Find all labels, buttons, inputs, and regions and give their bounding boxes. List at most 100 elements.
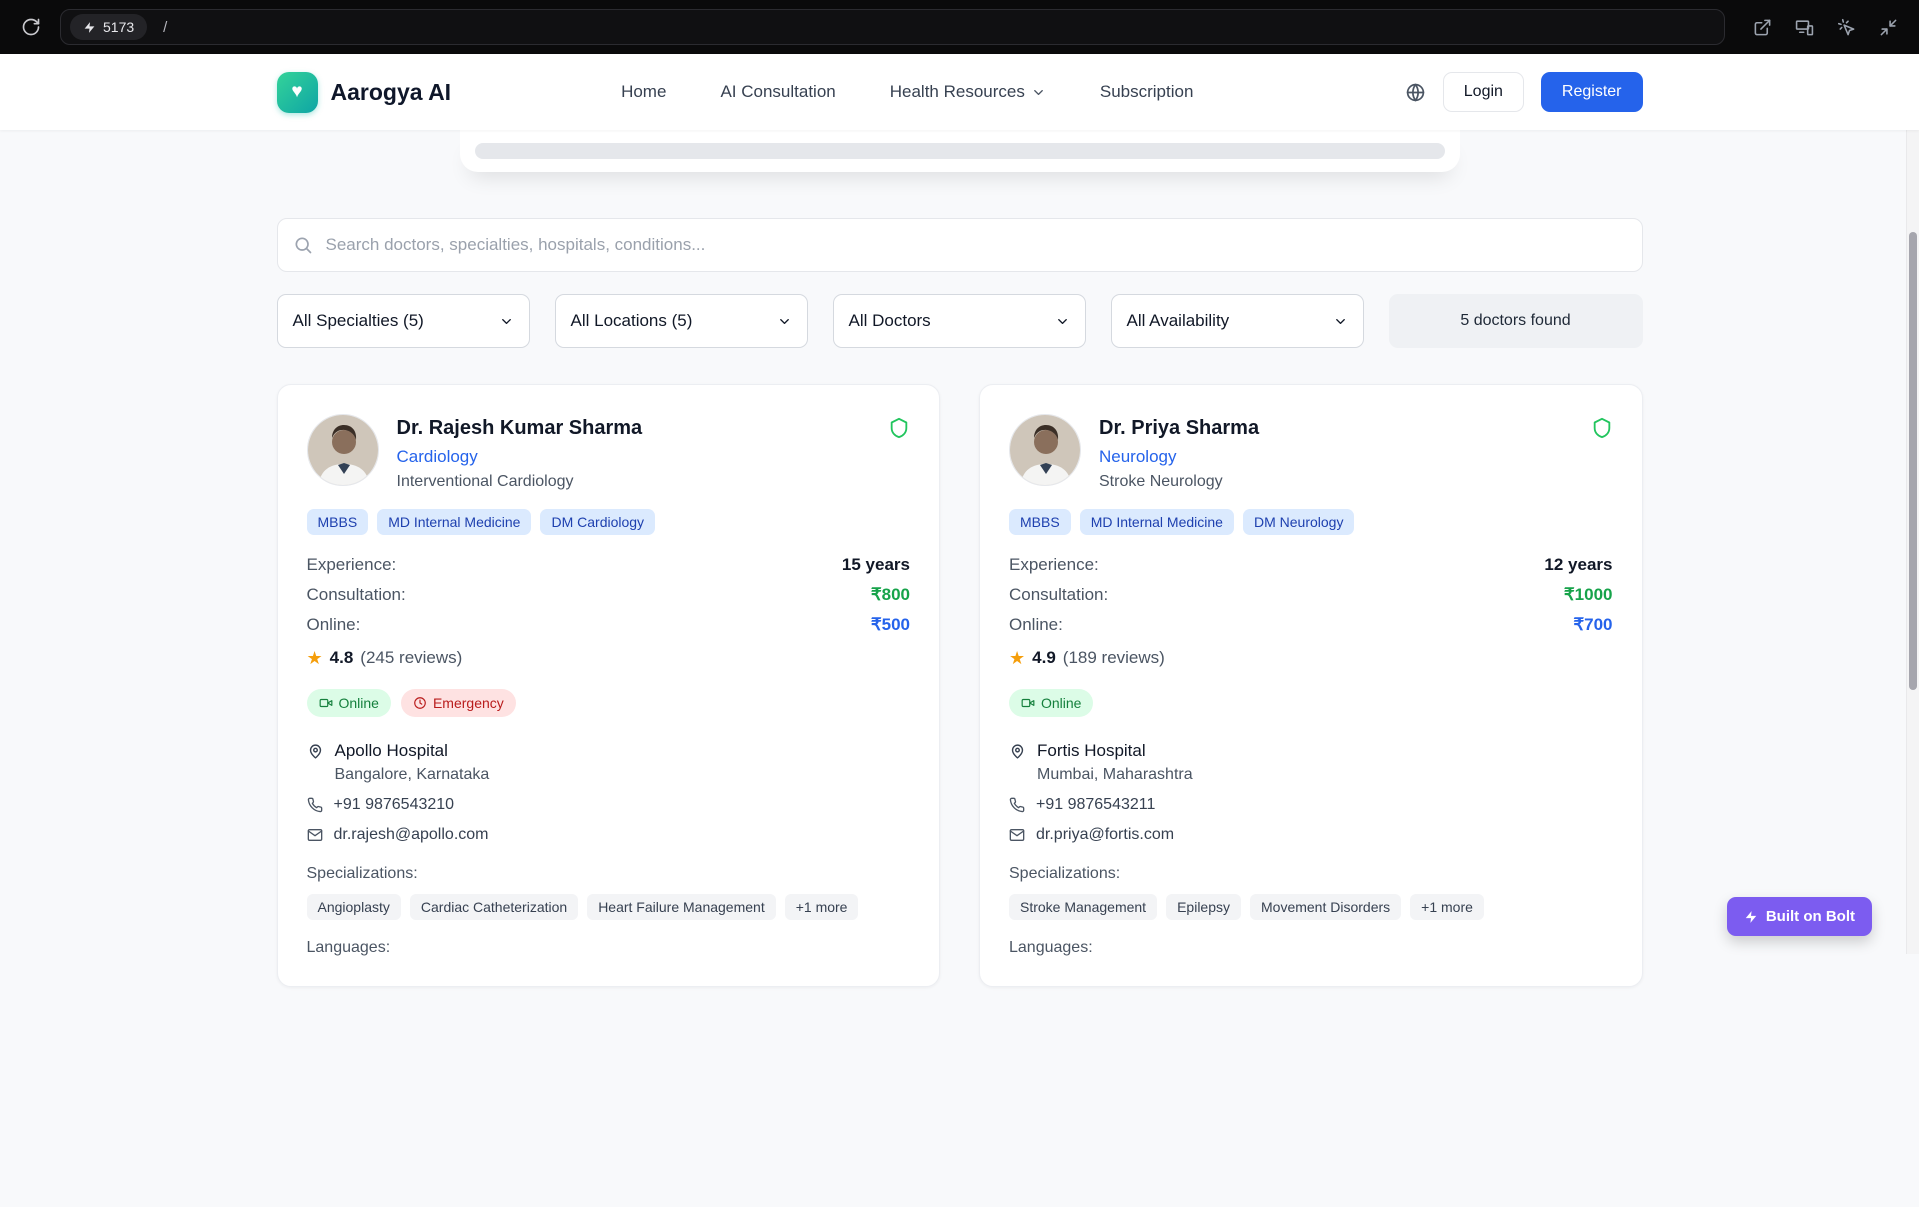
nav-home[interactable]: Home	[621, 82, 666, 102]
doctor-subspecialty: Stroke Neurology	[1099, 473, 1223, 490]
phone-row[interactable]: +91 9876543211	[1009, 796, 1613, 814]
search-input[interactable]	[276, 218, 1643, 272]
hospital-row: Apollo Hospital Bangalore, Karnataka	[307, 741, 911, 784]
video-icon	[319, 698, 332, 708]
qualification-badge: MBBS	[306, 509, 369, 535]
hospital-location: Bangalore, Karnataka	[334, 766, 490, 783]
doctor-specialty-link[interactable]: Cardiology	[397, 447, 478, 467]
doctor-search	[276, 218, 1643, 272]
scrollbar-thumb[interactable]	[1909, 232, 1917, 690]
email-address: dr.priya@fortis.com	[1036, 826, 1175, 843]
qualification-badges: MBBS MD Internal Medicine DM Cardiology	[306, 509, 911, 535]
filter-specialties[interactable]: All Specialties (5)	[276, 294, 530, 348]
specializations-label: Specializations:	[306, 865, 418, 882]
mail-icon	[1009, 829, 1025, 841]
online-fee: ₹500	[870, 615, 910, 634]
qualification-badge: MD Internal Medicine	[1079, 509, 1234, 535]
email-row[interactable]: dr.priya@fortis.com	[1009, 826, 1613, 844]
consultation-fee-row: Consultation: ₹1000	[1009, 585, 1613, 604]
qualification-badge: MD Internal Medicine	[377, 509, 532, 535]
register-button[interactable]: Register	[1540, 72, 1643, 112]
responsive-devices-button[interactable]	[1789, 12, 1819, 42]
languages-label: Languages:	[306, 939, 391, 956]
filter-locations[interactable]: All Locations (5)	[554, 294, 808, 348]
filter-bar: All Specialties (5) All Locations (5) Al…	[276, 294, 1643, 348]
specializations-label: Specializations:	[1009, 865, 1121, 882]
online-badge: Online	[1009, 689, 1094, 717]
hospital-name: Apollo Hospital	[334, 741, 448, 760]
star-icon: ★	[1009, 648, 1026, 668]
rating-row: ★ 4.8 (245 reviews)	[307, 648, 911, 668]
star-icon: ★	[306, 648, 323, 668]
clock-icon	[414, 697, 426, 709]
specialization-pills: Stroke Management Epilepsy Movement Diso…	[1009, 894, 1613, 920]
status-badges: Online Emergency	[306, 689, 911, 717]
chevron-down-icon	[1033, 89, 1043, 95]
page-main: All Specialties (5) All Locations (5) Al…	[0, 130, 1919, 1207]
doctor-avatar	[1009, 414, 1081, 486]
hospital-location: Mumbai, Maharashtra	[1037, 766, 1193, 783]
qualification-badge: MBBS	[1009, 509, 1071, 535]
experience-value: 12 years	[1544, 555, 1613, 574]
chevron-down-icon	[501, 318, 511, 324]
doctor-cards: Dr. Rajesh Kumar Sharma Cardiology Inter…	[276, 384, 1643, 987]
search-icon	[295, 237, 311, 254]
built-on-bolt-button[interactable]: Built on Bolt	[1726, 897, 1872, 936]
verified-shield-icon	[1593, 417, 1610, 439]
email-row[interactable]: dr.rajesh@apollo.com	[307, 826, 911, 844]
specialization-pill: Heart Failure Management	[587, 894, 776, 920]
qualification-badge: DM Neurology	[1242, 509, 1355, 535]
reload-button[interactable]	[16, 12, 46, 42]
rating-score: 4.9	[1032, 648, 1056, 667]
nav-health-resources[interactable]: Health Resources	[890, 82, 1046, 102]
more-specializations-pill[interactable]: +1 more	[1410, 894, 1484, 920]
experience-row: Experience: 12 years	[1009, 555, 1613, 574]
review-count: (189 reviews)	[1062, 648, 1165, 667]
mail-icon	[307, 829, 322, 841]
nav-subscription[interactable]: Subscription	[1100, 82, 1194, 102]
online-fee: ₹700	[1573, 615, 1613, 634]
map-pin-icon	[1011, 744, 1024, 759]
inspect-element-button[interactable]	[1831, 12, 1861, 42]
qualification-badge: DM Cardiology	[540, 509, 656, 535]
experience-row: Experience: 15 years	[306, 555, 911, 574]
phone-number: +91 9876543210	[333, 796, 455, 813]
language-button[interactable]	[1405, 82, 1426, 103]
email-address: dr.rajesh@apollo.com	[333, 826, 489, 843]
open-in-new-tab-button[interactable]	[1747, 12, 1777, 42]
doctor-specialty-link[interactable]: Neurology	[1099, 447, 1177, 467]
hospital-row: Fortis Hospital Mumbai, Maharashtra	[1009, 741, 1613, 784]
filter-doctors[interactable]: All Doctors	[832, 294, 1086, 348]
phone-row[interactable]: +91 9876543210	[307, 796, 911, 814]
doctor-card: Dr. Rajesh Kumar Sharma Cardiology Inter…	[276, 384, 940, 987]
emergency-badge: Emergency	[400, 689, 516, 717]
specialization-pill: Angioplasty	[306, 894, 401, 920]
devices-icon	[1795, 19, 1813, 35]
specialization-pill: Movement Disorders	[1250, 894, 1402, 920]
phone-number: +91 9876543211	[1036, 796, 1156, 813]
address-bar[interactable]: 5173 /	[60, 9, 1725, 45]
cursor-click-icon	[1837, 18, 1854, 35]
doctor-subspecialty: Interventional Cardiology	[396, 473, 574, 490]
hospital-name: Fortis Hospital	[1037, 741, 1146, 760]
brand[interactable]: ♥ Aarogya AI	[276, 71, 451, 113]
site-header: ♥ Aarogya AI Home AI Consultation Health…	[0, 54, 1919, 130]
port-number: 5173	[103, 19, 135, 35]
nav-ai-consultation[interactable]: AI Consultation	[720, 82, 835, 102]
consultation-fee: ₹1000	[1563, 585, 1613, 604]
login-button[interactable]: Login	[1442, 72, 1524, 112]
chevron-down-icon	[779, 318, 789, 324]
verified-shield-icon	[890, 417, 908, 439]
collapse-preview-button[interactable]	[1873, 12, 1903, 42]
filter-availability[interactable]: All Availability	[1110, 294, 1364, 348]
more-specializations-pill[interactable]: +1 more	[784, 894, 859, 920]
qualification-badges: MBBS MD Internal Medicine DM Neurology	[1009, 509, 1613, 535]
scrollbar[interactable]	[1906, 54, 1919, 954]
languages-label: Languages:	[1009, 939, 1093, 956]
doctor-avatar	[306, 414, 379, 486]
hero-skeleton-bar	[474, 143, 1445, 159]
rating-row: ★ 4.9 (189 reviews)	[1009, 648, 1613, 668]
globe-icon	[1406, 83, 1425, 101]
consultation-fee-row: Consultation: ₹800	[306, 585, 911, 604]
url-path: /	[163, 18, 168, 36]
